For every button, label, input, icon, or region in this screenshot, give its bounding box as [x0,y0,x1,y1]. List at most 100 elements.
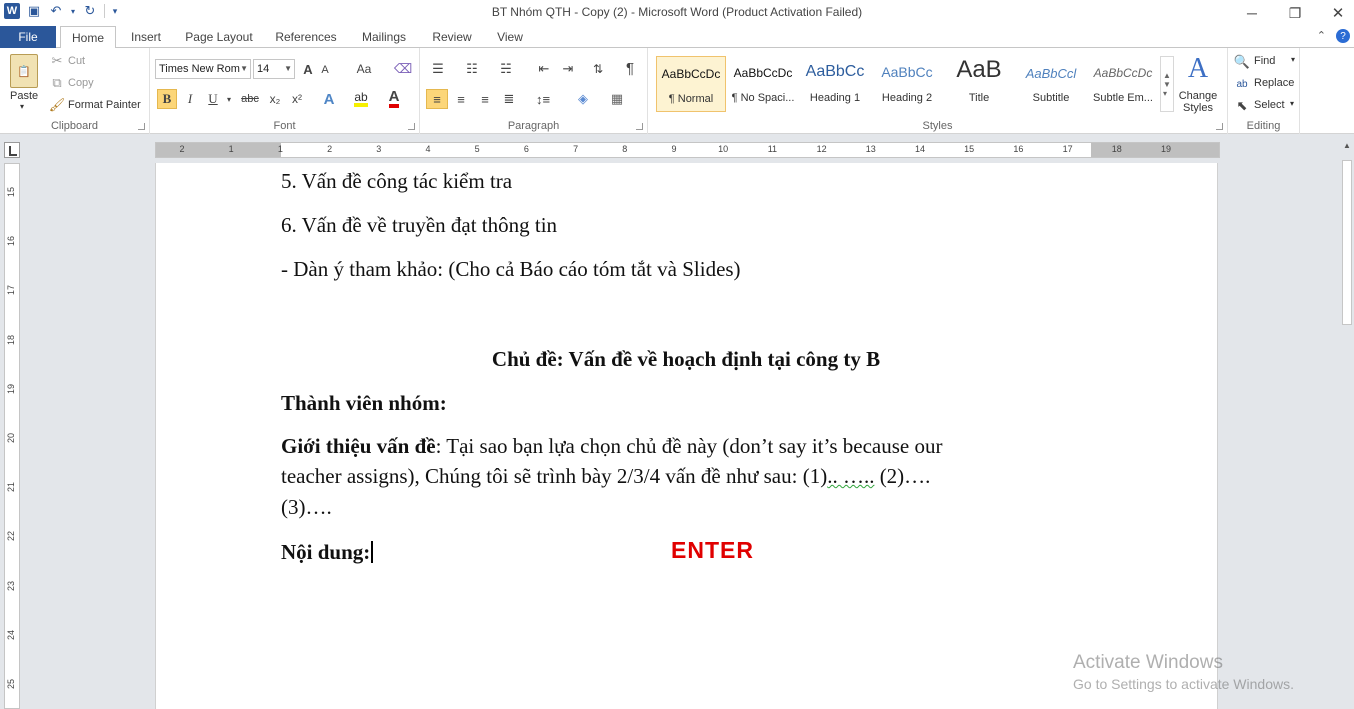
style-no-spacing[interactable]: AaBbCcDc ¶ No Spaci... [728,56,798,112]
clear-formatting-icon[interactable]: ⌫ [394,60,412,78]
borders-icon[interactable]: ▦ [604,89,630,109]
doc-line-5[interactable]: 5. Vấn đề công tác kiểm tra [281,169,512,194]
font-name-combo[interactable]: Times New Rom ▼ [155,59,251,79]
ruler-tick-label: 11 [767,144,778,154]
style-subtitle[interactable]: AaBbCcl Subtitle [1016,56,1086,112]
horizontal-ruler[interactable]: 2 1 1 2 3 4 5 6 7 8 9 10 11 12 13 14 15 16 17 18 19 [155,142,1220,158]
watermark-line-1: Activate Windows [1073,652,1223,673]
change-styles-icon[interactable]: A [1180,53,1216,84]
scroll-up-icon[interactable]: ▲ [1342,141,1352,153]
style-normal[interactable]: AaBbCcDc ¶ Normal [656,56,726,112]
replace-icon[interactable]: ab [1234,76,1250,92]
italic-button[interactable]: I [181,89,199,109]
doc-intro-line2[interactable]: teacher assigns), Chúng tôi sẽ trình bày… [281,464,930,489]
style-sample: AaBbCcDc [661,67,721,81]
doc-intro-line3[interactable]: (3)…. [281,495,332,520]
paste-icon[interactable]: 📋 [10,54,38,88]
find-icon[interactable]: 🔍 [1234,54,1250,70]
vertical-ruler[interactable]: 15 16 17 18 19 20 21 22 23 24 25 [4,163,20,709]
strikethrough-button[interactable]: abc [238,89,262,109]
ruler-tick-label: 16 [1013,144,1024,154]
styles-group: AaBbCcDc ¶ Normal AaBbCcDc ¶ No Spaci...… [648,48,1228,134]
select-dropdown-icon[interactable]: ▾ [1290,99,1294,108]
tab-insert[interactable]: Insert [122,26,170,48]
ruler-tick-label: 2 [179,144,185,154]
numbering-icon[interactable]: ☷ [462,60,482,78]
multilevel-list-icon[interactable]: ☵ [496,60,516,78]
select-icon[interactable]: ⬉ [1234,98,1250,114]
cut-button[interactable]: Cut [68,55,85,67]
minimize-ribbon-icon[interactable]: ⌃ [1317,29,1326,43]
doc-line-6[interactable]: 6. Vấn đề về truyền đạt thông tin [281,213,557,238]
style-heading-2[interactable]: AaBbCc Heading 2 [872,56,942,112]
show-formatting-icon[interactable]: ¶ [620,58,640,78]
clipboard-launcher-icon[interactable] [138,123,145,130]
align-center-button[interactable]: ≡ [450,89,472,109]
tab-references[interactable]: References [270,26,342,48]
document-page[interactable]: 5. Vấn đề công tác kiểm tra 6. Vấn đề về… [155,163,1218,709]
underline-button[interactable]: U [204,89,222,109]
paragraph-launcher-icon[interactable] [636,123,643,130]
change-styles-button[interactable]: Change Styles [1178,90,1218,114]
scrollbar-thumb[interactable] [1342,160,1352,325]
bold-button[interactable]: B [157,89,177,109]
increase-indent-icon[interactable]: ⇥ [558,60,578,78]
paste-dropdown-icon[interactable]: ▾ [20,102,24,111]
doc-heading[interactable]: Chủ đề: Vấn đề về hoạch định tại công ty… [281,347,1091,372]
copy-icon[interactable]: ⧉ [50,75,64,90]
select-button[interactable]: Select [1254,99,1285,111]
tab-page-layout[interactable]: Page Layout [178,26,260,48]
superscript-button[interactable]: x² [288,89,306,109]
sort-icon[interactable]: ⇅ [588,60,608,78]
font-color-icon[interactable]: A [384,89,404,109]
font-size-combo[interactable]: 14 ▼ [253,59,295,79]
tab-home[interactable]: Home [60,26,116,49]
align-left-button[interactable]: ≡ [426,89,448,109]
tab-selector-icon[interactable] [4,142,20,158]
align-right-button[interactable]: ≡ [474,89,496,109]
doc-outline-note[interactable]: - Dàn ý tham khảo: (Cho cả Báo cáo tóm t… [281,257,741,282]
style-subtle-emphasis[interactable]: AaBbCcDc Subtle Em... [1088,56,1158,112]
find-button[interactable]: Find [1254,55,1275,67]
grow-font-icon[interactable]: A [300,60,316,78]
doc-intro-line1[interactable]: Giới thiệu vấn đề: Tại sao bạn lựa chọn … [281,434,942,459]
text-effects-icon[interactable]: A [318,89,340,109]
font-name-value: Times New Rom [159,63,240,75]
copy-button[interactable]: Copy [68,77,94,89]
find-dropdown-icon[interactable]: ▾ [1291,55,1295,64]
format-painter-icon[interactable]: 🖌 [49,97,66,112]
line-spacing-icon[interactable]: ↕≡ [530,89,556,109]
replace-button[interactable]: Replace [1254,77,1294,89]
format-painter-button[interactable]: Format Painter [68,99,141,111]
minimize-button[interactable]: ─ [1230,0,1274,26]
shrink-font-icon[interactable]: A [318,62,332,78]
help-icon[interactable]: ? [1336,29,1350,43]
font-launcher-icon[interactable] [408,123,415,130]
tab-file[interactable]: File [0,26,56,48]
bullets-icon[interactable]: ☰ [428,60,448,78]
restore-button[interactable]: ❐ [1273,0,1317,26]
shading-icon[interactable]: ◈ [570,89,596,109]
justify-button[interactable]: ≣ [498,89,520,109]
tab-review[interactable]: Review [425,26,479,48]
paste-button[interactable]: Paste [10,90,38,102]
intro-text-2b: .. ….. [827,464,875,488]
doc-content-line[interactable]: Nội dung: [281,540,374,565]
text-highlight-icon[interactable]: ab [350,89,372,109]
close-button[interactable]: ✕ [1316,0,1354,26]
styles-launcher-icon[interactable] [1216,123,1223,130]
style-title[interactable]: AaB Title [944,56,1014,112]
style-sample: AaBbCc [805,63,865,80]
tab-view[interactable]: View [488,26,532,48]
ruler-tick-label: 24 [6,629,16,640]
subscript-button[interactable]: x₂ [266,89,284,109]
decrease-indent-icon[interactable]: ⇤ [534,60,554,78]
cut-icon[interactable]: ✂ [50,53,64,68]
styles-scroll-icon[interactable]: ▲ ▼ ▾ [1160,56,1174,112]
tab-mailings[interactable]: Mailings [353,26,415,48]
doc-members[interactable]: Thành viên nhóm: [281,391,447,416]
change-case-icon[interactable]: Aa [353,60,375,78]
style-heading-1[interactable]: AaBbCc Heading 1 [800,56,870,112]
underline-dropdown-icon[interactable]: ▾ [224,89,234,109]
vertical-scrollbar[interactable]: ▲ [1340,135,1354,709]
